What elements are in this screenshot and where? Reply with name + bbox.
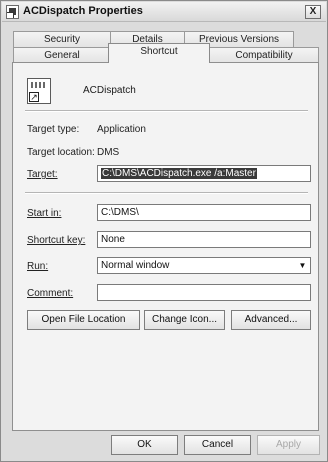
target-location-label: Target location: [27, 147, 95, 158]
comment-label: Comment: [27, 288, 74, 299]
shortcut-name: ACDispatch [83, 85, 136, 96]
target-type-value: Application [97, 124, 146, 135]
chevron-down-icon[interactable]: ▼ [296, 259, 309, 272]
target-input[interactable]: C:\DMS\ACDispatch.exe /a:Master [97, 165, 311, 182]
app-shortcut-icon [6, 5, 19, 19]
shortcut-app-icon: ↗ [27, 78, 51, 104]
run-value: Normal window [101, 260, 170, 271]
run-select[interactable]: Normal window ▼ [97, 257, 311, 274]
target-value: C:\DMS\ACDispatch.exe /a:Master [101, 168, 257, 179]
apply-button[interactable]: Apply [257, 435, 320, 455]
tab-security[interactable]: Security [13, 31, 111, 48]
shortcut-key-input[interactable]: None [97, 231, 311, 248]
advanced-button[interactable]: Advanced... [231, 310, 311, 330]
target-type-label: Target type: [27, 124, 80, 135]
close-button[interactable]: X [305, 5, 321, 19]
cancel-button[interactable]: Cancel [184, 435, 251, 455]
title-bar[interactable]: ACDispatch Properties X [2, 2, 326, 22]
target-label: Target: [27, 169, 58, 180]
target-location-value: DMS [97, 147, 120, 158]
tab-shortcut[interactable]: Shortcut [108, 43, 210, 63]
divider [25, 110, 308, 112]
shortcut-key-label: Shortcut key: [27, 235, 86, 246]
start-in-label: Start in: [27, 208, 62, 219]
ok-button[interactable]: OK [111, 435, 178, 455]
properties-dialog: ACDispatch Properties X Security Details… [0, 0, 328, 462]
comment-input[interactable] [97, 284, 311, 301]
change-icon-button[interactable]: Change Icon... [144, 310, 225, 330]
open-file-location-button[interactable]: Open File Location [27, 310, 140, 330]
window-title: ACDispatch Properties [23, 5, 143, 17]
start-in-input[interactable]: C:\DMS\ [97, 204, 311, 221]
divider [25, 192, 308, 194]
shortcut-panel: ↗ ACDispatch Target type: Application Ta… [12, 62, 319, 431]
run-label: Run: [27, 261, 49, 272]
